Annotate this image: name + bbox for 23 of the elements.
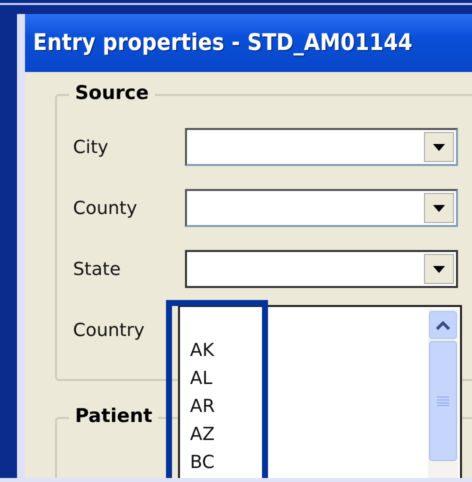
scroll-thumb[interactable] — [429, 341, 457, 461]
field-label: City — [73, 136, 110, 158]
field-label: State — [73, 258, 122, 280]
list-item[interactable]: BC — [180, 449, 460, 477]
combo-box[interactable] — [185, 189, 458, 227]
dropdown-button[interactable] — [424, 254, 454, 284]
dropdown-arrow-icon — [433, 266, 445, 272]
caret-up-icon — [436, 320, 450, 330]
grip-icon — [437, 396, 449, 406]
window-title: Entry properties - STD_AM01144 — [25, 14, 472, 72]
list-item[interactable]: AZ — [180, 421, 460, 449]
combo-box[interactable] — [185, 250, 458, 288]
list-item[interactable]: AK — [180, 337, 460, 365]
field-label: County — [73, 198, 138, 218]
dropdown-arrow-icon — [433, 144, 445, 150]
list-item[interactable]: AL — [180, 365, 460, 393]
dropdown-button[interactable] — [424, 132, 454, 162]
field-label: Country — [73, 320, 146, 340]
combo-box[interactable] — [185, 128, 458, 166]
dropdown-button[interactable] — [424, 193, 454, 223]
list-item[interactable]: AR — [180, 393, 460, 421]
dropdown-arrow-icon — [433, 204, 445, 212]
scroll-up-button[interactable] — [429, 311, 457, 339]
